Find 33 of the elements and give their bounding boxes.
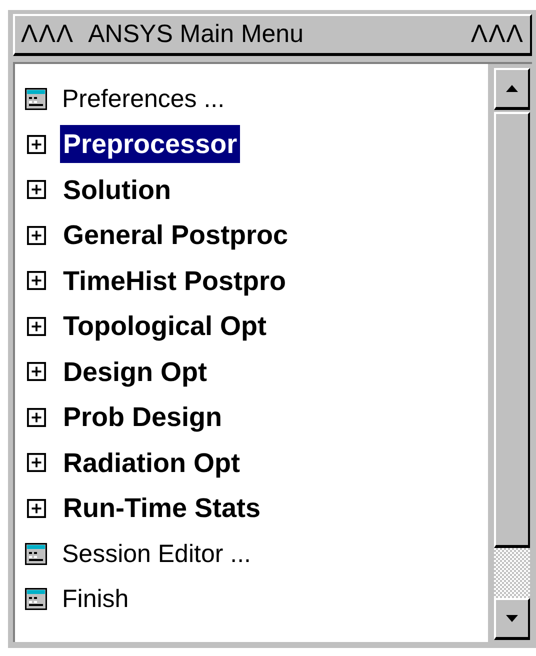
menu-item[interactable]: General Postproc xyxy=(60,216,292,254)
scroll-thumb[interactable] xyxy=(494,112,530,548)
down-arrow-icon xyxy=(506,615,518,622)
expand-icon[interactable] xyxy=(27,453,46,472)
expand-icon[interactable] xyxy=(27,226,46,245)
expand-icon[interactable] xyxy=(27,408,46,427)
menu-item[interactable]: TimeHist Postpro xyxy=(60,262,290,300)
menu-item[interactable]: Preferences ... xyxy=(59,80,228,118)
menu-item[interactable]: Run-Time Stats xyxy=(60,489,264,528)
menu-item[interactable]: Solution xyxy=(60,170,174,209)
menu-item[interactable]: Preprocessor xyxy=(60,125,240,164)
dialog-window-icon xyxy=(25,88,47,110)
window-title: ANSYS Main Menu xyxy=(88,20,304,49)
scrollbar[interactable] xyxy=(488,64,532,642)
dialog-window-icon xyxy=(25,588,47,610)
expand-icon[interactable] xyxy=(27,362,46,382)
menu-item[interactable]: Design Opt xyxy=(60,352,210,391)
scroll-up-button[interactable] xyxy=(494,68,530,110)
expand-icon[interactable] xyxy=(27,316,46,336)
title-marks: ΛΛΛ xyxy=(21,20,74,49)
dialog-window-icon xyxy=(25,542,47,565)
title-marks: ΛΛΛ xyxy=(470,20,524,49)
up-arrow-icon xyxy=(506,85,518,92)
scroll-down-button[interactable] xyxy=(494,598,530,640)
menu-item[interactable]: Finish xyxy=(59,580,132,618)
expand-icon[interactable] xyxy=(27,134,46,154)
menu-item[interactable]: Session Editor ... xyxy=(59,534,254,573)
expand-icon[interactable] xyxy=(27,180,46,200)
menu-item[interactable]: Radiation Opt xyxy=(60,444,243,482)
expand-icon[interactable] xyxy=(27,271,46,290)
menu-item[interactable]: Topological Opt xyxy=(60,307,270,346)
menu-item[interactable]: Prob Design xyxy=(60,398,226,436)
expand-icon[interactable] xyxy=(27,498,46,518)
